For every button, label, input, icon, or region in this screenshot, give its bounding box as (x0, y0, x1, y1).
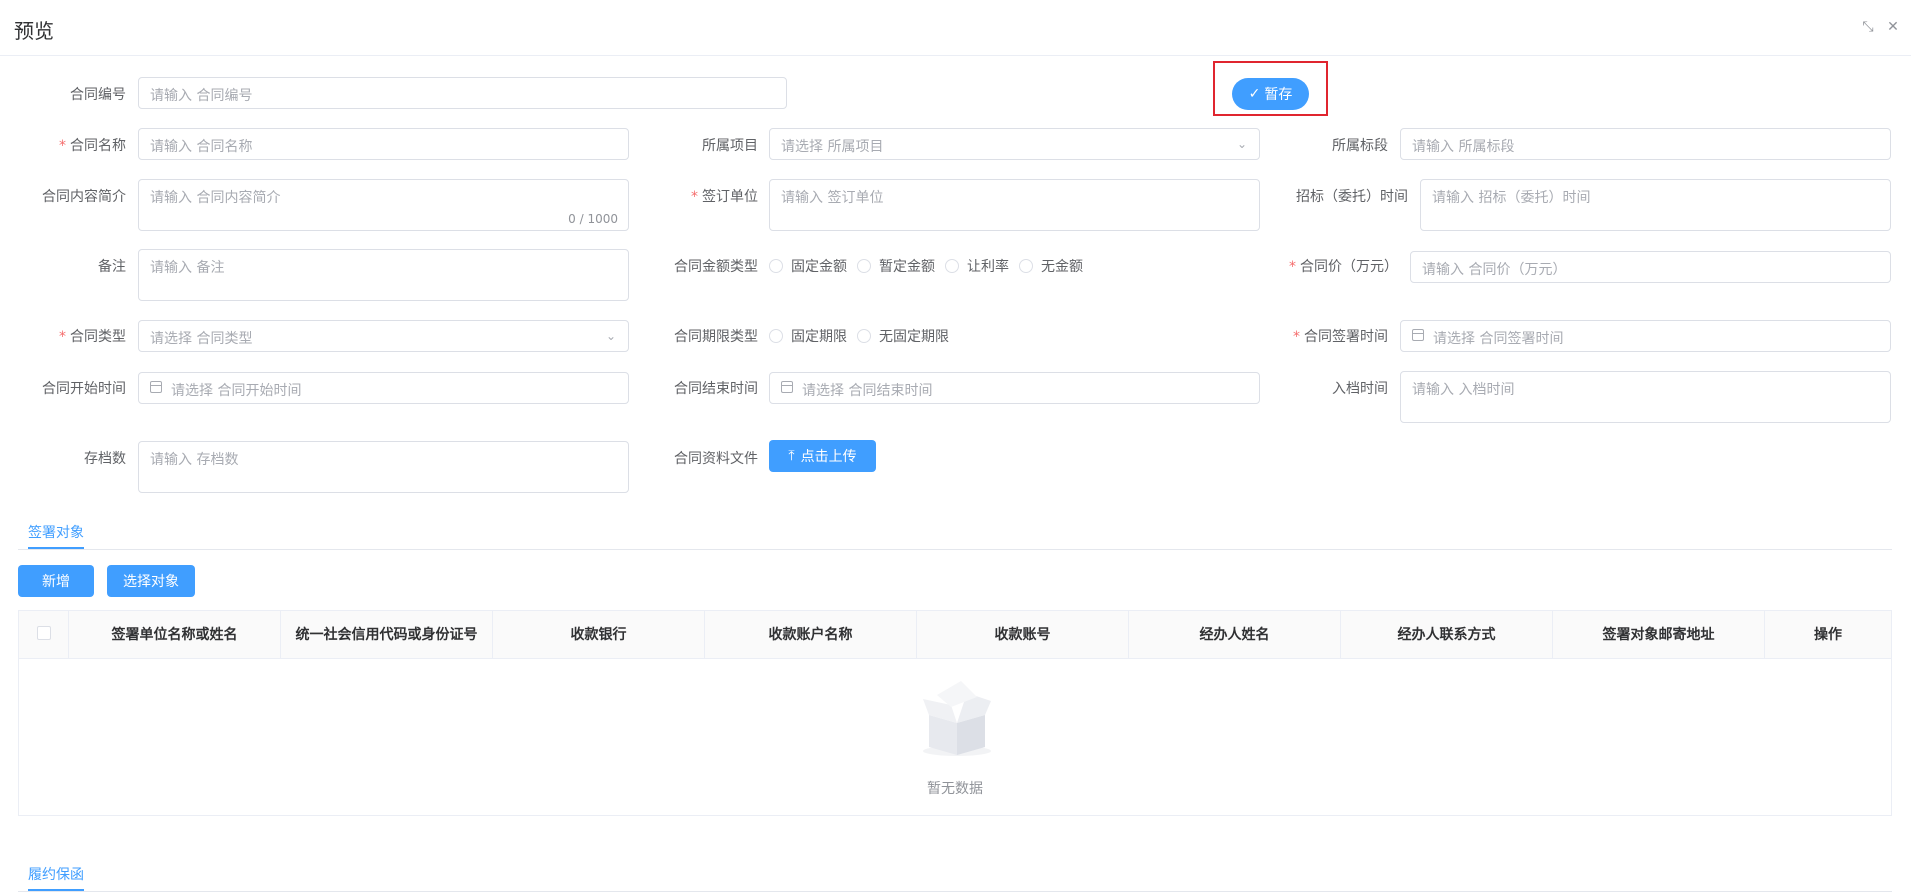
column-header: 经办人姓名 (1129, 611, 1341, 659)
radio-discount-rate[interactable]: 让利率 (945, 256, 1009, 276)
contract-price-label: * 合同价（万元） (1289, 259, 1398, 275)
column-header: 签署对象邮寄地址 (1553, 611, 1765, 659)
contract-type-label: * 合同类型 (59, 329, 126, 345)
term-type-label: 合同期限类型 (674, 329, 758, 345)
contract-type-select[interactable]: 请选择 合同类型 ⌄ (138, 320, 629, 352)
check-icon: ✓ (1248, 86, 1261, 102)
signing-unit-label: * 签订单位 (691, 189, 758, 205)
sign-time-label: * 合同签署时间 (1293, 329, 1388, 345)
save-button[interactable]: ✓ 暂存 (1232, 78, 1309, 110)
empty-text: 暂无数据 (927, 781, 983, 797)
end-time-label: 合同结束时间 (674, 381, 758, 397)
column-header: 操作 (1814, 627, 1842, 643)
radio-open-term[interactable]: 无固定期限 (857, 326, 949, 346)
tab-divider (18, 549, 1892, 550)
archive-count-label: 存档数 (84, 451, 126, 467)
summary-textarea[interactable]: 请输入 合同内容简介 0 / 1000 (138, 179, 629, 231)
contract-no-label: 合同编号 (70, 87, 126, 103)
archive-time-label: 入档时间 (1332, 381, 1388, 397)
calendar-icon (781, 381, 793, 393)
end-time-picker[interactable]: 请选择 合同结束时间 (769, 372, 1260, 404)
dialog-title: 预览 (14, 19, 54, 43)
table-header: 签署单位名称或姓名 统一社会信用代码或身份证号 收款银行 收款账户名称 收款账号… (19, 611, 1891, 659)
signing-table: 签署单位名称或姓名 统一社会信用代码或身份证号 收款银行 收款账户名称 收款账号… (18, 610, 1892, 816)
contract-name-input[interactable]: 请输入 合同名称 (138, 128, 629, 160)
start-time-picker[interactable]: 请选择 合同开始时间 (138, 372, 629, 404)
close-icon[interactable]: ✕ (1885, 19, 1901, 35)
archive-count-textarea[interactable]: 请输入 存档数 (138, 441, 629, 493)
radio-provisional-amount[interactable]: 暂定金额 (857, 256, 935, 276)
radio-fixed-term[interactable]: 固定期限 (769, 326, 847, 346)
remark-textarea[interactable]: 请输入 备注 (138, 249, 629, 301)
minimize-icon[interactable]: ⤡ (1860, 19, 1876, 35)
select-object-button[interactable]: 选择对象 (107, 565, 195, 597)
tab-performance-guarantee[interactable]: 履约保函 (28, 864, 84, 884)
summary-label: 合同内容简介 (42, 189, 126, 205)
column-header: 经办人联系方式 (1341, 611, 1553, 659)
signing-unit-textarea[interactable]: 请输入 签订单位 (769, 179, 1260, 231)
start-time-label: 合同开始时间 (42, 381, 126, 397)
section-label: 所属标段 (1332, 138, 1388, 154)
column-header: 签署单位名称或姓名 (69, 611, 281, 659)
archive-time-textarea[interactable]: 请输入 入档时间 (1400, 371, 1891, 423)
select-all-cell (19, 611, 69, 659)
remark-label: 备注 (98, 259, 126, 275)
project-label: 所属项目 (702, 138, 758, 154)
column-header: 收款银行 (493, 611, 705, 659)
files-label: 合同资料文件 (674, 451, 758, 467)
upload-icon: ⤒ (788, 448, 795, 464)
contract-name-label: * 合同名称 (59, 138, 126, 154)
sign-time-picker[interactable]: 请选择 合同签署时间 (1400, 320, 1891, 352)
column-header: 统一社会信用代码或身份证号 (281, 611, 493, 659)
tab-signing-objects[interactable]: 签署对象 (28, 522, 84, 542)
calendar-icon (150, 381, 162, 393)
section-input[interactable]: 请输入 所属标段 (1400, 128, 1891, 160)
bid-time-label: 招标（委托）时间 (1296, 189, 1408, 205)
add-button[interactable]: 新增 (18, 565, 94, 597)
char-counter: 0 / 1000 (568, 212, 618, 226)
upload-button[interactable]: ⤒ 点击上传 (769, 440, 876, 472)
chevron-down-icon: ⌄ (1236, 137, 1247, 151)
radio-no-amount[interactable]: 无金额 (1019, 256, 1083, 276)
dialog-header: 预览 ⤡ ✕ (0, 0, 1911, 56)
column-header: 收款账号 (917, 611, 1129, 659)
chevron-down-icon: ⌄ (605, 329, 616, 343)
column-header: 收款账户名称 (705, 611, 917, 659)
select-all-checkbox[interactable] (37, 626, 51, 640)
project-select[interactable]: 请选择 所属项目 ⌄ (769, 128, 1260, 160)
contract-no-input[interactable]: 请输入 合同编号 (138, 77, 787, 109)
calendar-icon (1412, 329, 1424, 341)
tab-divider (18, 891, 1892, 892)
bid-time-textarea[interactable]: 请输入 招标（委托）时间 (1420, 179, 1891, 231)
radio-fixed-amount[interactable]: 固定金额 (769, 256, 847, 276)
amount-type-label: 合同金额类型 (674, 259, 758, 275)
contract-price-input[interactable]: 请输入 合同价（万元） (1410, 251, 1891, 283)
empty-box-icon (923, 681, 991, 756)
